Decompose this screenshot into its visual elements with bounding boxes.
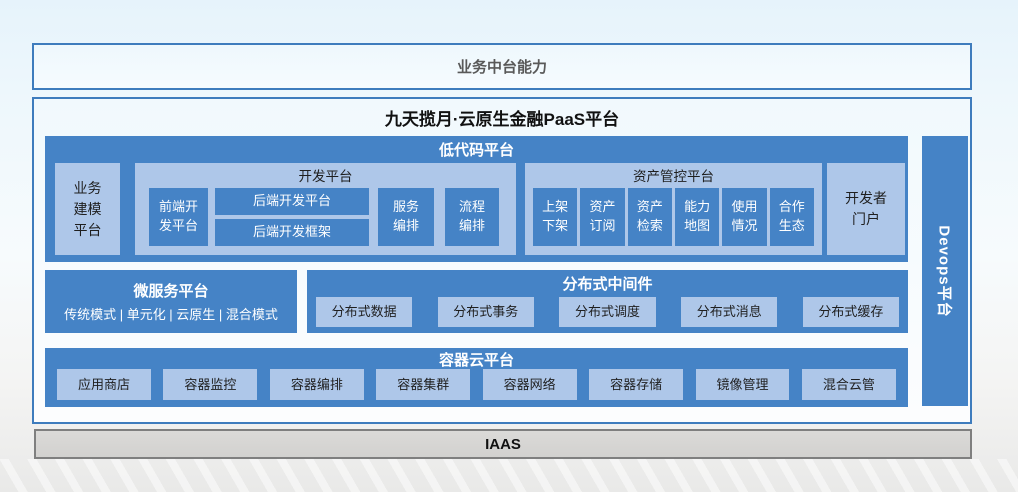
dev-platform-panel: 开发平台 前端开 发平台 后端开发平台 后端开发框架 服务 编排 流程 编排	[135, 163, 516, 255]
background-texture	[0, 459, 1018, 492]
middleware-item-message: 分布式消息	[681, 297, 777, 327]
asset-control-items-row: 上架 下架 资产 订阅 资产 检索 能力 地图 使用 情况 合作 生态	[533, 188, 814, 246]
business-midplatform-label: 业务中台能力	[457, 56, 547, 77]
middleware-items-row: 分布式数据 分布式事务 分布式调度 分布式消息 分布式缓存	[316, 297, 899, 327]
middleware-item-scheduling: 分布式调度	[559, 297, 655, 327]
middleware-item-transaction: 分布式事务	[438, 297, 534, 327]
container-item-network: 容器网络	[483, 369, 577, 400]
middleware-item-data: 分布式数据	[316, 297, 412, 327]
asset-control-title: 资产管控平台	[525, 166, 822, 184]
container-item-storage: 容器存储	[589, 369, 683, 400]
devops-platform-bar: Devops平台	[922, 136, 968, 406]
microservice-platform-title: 微服务平台	[133, 280, 208, 301]
microservice-platform-block: 微服务平台 传统模式 | 单元化 | 云原生 | 混合模式	[45, 270, 297, 333]
container-cloud-title: 容器云平台	[45, 349, 908, 369]
business-modeling-box: 业务 建模 平台	[55, 163, 120, 255]
asset-item-listing: 上架 下架	[533, 188, 577, 246]
asset-item-capability-map: 能力 地图	[675, 188, 719, 246]
container-item-app-store: 应用商店	[57, 369, 151, 400]
backend-dev-framework-box: 后端开发框架	[215, 219, 369, 246]
microservice-platform-modes: 传统模式 | 单元化 | 云原生 | 混合模式	[64, 304, 278, 323]
devops-platform-label: Devops平台	[935, 225, 956, 317]
business-midplatform-banner: 业务中台能力	[32, 43, 972, 90]
platform-title: 九天揽月·云原生金融PaaS平台	[34, 105, 970, 129]
distributed-middleware-block: 分布式中间件 分布式数据 分布式事务 分布式调度 分布式消息 分布式缓存	[307, 270, 908, 333]
low-code-platform-title: 低代码平台	[45, 138, 908, 160]
container-cloud-block: 容器云平台 应用商店 容器监控 容器编排 容器集群 容器网络 容器存储 镜像管理…	[45, 348, 908, 407]
service-orchestration-box: 服务 编排	[378, 188, 434, 246]
dev-platform-title: 开发平台	[135, 166, 516, 184]
asset-item-cooperation: 合作 生态	[770, 188, 814, 246]
asset-item-subscription: 资产 订阅	[580, 188, 624, 246]
asset-item-usage: 使用 情况	[722, 188, 766, 246]
container-item-cluster: 容器集群	[376, 369, 470, 400]
asset-control-panel: 资产管控平台 上架 下架 资产 订阅 资产 检索 能力 地图 使用 情况 合作 …	[525, 163, 822, 255]
developer-portal-box: 开发者 门户	[827, 163, 905, 255]
container-item-hybrid-cloud: 混合云管	[802, 369, 896, 400]
container-item-image-mgmt: 镜像管理	[696, 369, 790, 400]
iaas-label: IAAS	[485, 436, 521, 453]
container-item-orchestration: 容器编排	[270, 369, 364, 400]
backend-dev-platform-box: 后端开发平台	[215, 188, 369, 215]
container-cloud-items-row: 应用商店 容器监控 容器编排 容器集群 容器网络 容器存储 镜像管理 混合云管	[57, 369, 896, 400]
paas-platform-container: 九天揽月·云原生金融PaaS平台 低代码平台 业务 建模 平台 开发平台 前端开…	[32, 97, 972, 424]
container-item-monitoring: 容器监控	[163, 369, 257, 400]
process-orchestration-box: 流程 编排	[445, 188, 499, 246]
iaas-bar: IAAS	[34, 429, 972, 459]
distributed-middleware-title: 分布式中间件	[307, 272, 908, 294]
asset-item-search: 资产 检索	[628, 188, 672, 246]
architecture-diagram-page: { "colors": { "accent_blue": "#4583c6", …	[0, 0, 1018, 492]
middleware-item-cache: 分布式缓存	[803, 297, 899, 327]
low-code-platform-block: 低代码平台 业务 建模 平台 开发平台 前端开 发平台 后端开发平台 后端开发框…	[45, 136, 908, 262]
frontend-dev-box: 前端开 发平台	[149, 188, 208, 246]
